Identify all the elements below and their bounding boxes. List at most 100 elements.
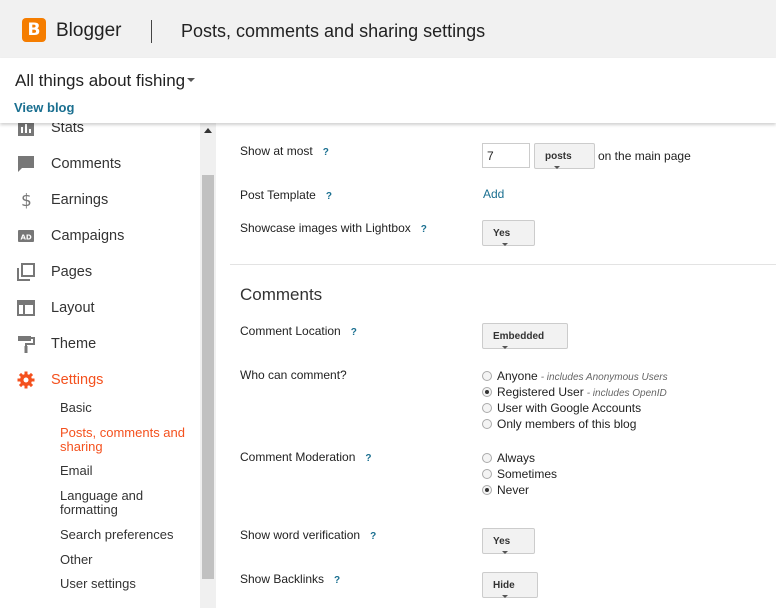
scrollbar-thumb[interactable] [202, 175, 214, 579]
top-bar: Blogger Posts, comments and sharing sett… [0, 0, 776, 58]
radio-label: Registered User [497, 385, 584, 399]
lightbox-row: Showcase images with Lightbox? [240, 221, 427, 235]
sidebar-item-earnings[interactable]: $ Earnings [0, 186, 200, 216]
chevron-down-icon [502, 594, 508, 598]
radio-circle[interactable] [482, 469, 492, 479]
radio-circle[interactable] [482, 403, 492, 413]
backlinks-row: Show Backlinks? [240, 572, 340, 586]
radio-note: - includes Anonymous Users [540, 372, 668, 383]
settings-panel: Show at most? 7 posts on the main page P… [216, 123, 776, 608]
sidebar-item-label: Theme [51, 336, 97, 352]
sidebar-item-label: Settings [51, 372, 104, 388]
sidebar-item-label: Stats [51, 123, 85, 136]
blog-selector[interactable]: All things about fishing [15, 71, 185, 91]
radio-label: Always [497, 451, 536, 465]
help-icon[interactable]: ? [421, 224, 427, 235]
radio-label: Only members of this blog [497, 417, 637, 431]
settings-sub-other[interactable]: Other [60, 553, 190, 567]
lightbox-select[interactable]: Yes [482, 220, 535, 246]
radio-note: - includes OpenID [586, 388, 667, 399]
scroll-up-arrow-icon[interactable] [204, 128, 212, 133]
help-icon[interactable]: ? [323, 147, 329, 158]
sidebar-item-label: Campaigns [51, 228, 125, 244]
who-can-comment-label: Who can comment? [240, 368, 347, 382]
radio-label: Never [497, 483, 530, 497]
chevron-down-icon [502, 550, 508, 554]
paint-roller-icon [18, 336, 35, 353]
radio-circle[interactable] [482, 371, 492, 381]
post-template-row: Post Template? [240, 188, 332, 202]
radio-circle[interactable] [482, 453, 492, 463]
word-verification-select[interactable]: Yes [482, 528, 535, 554]
help-icon[interactable]: ? [326, 191, 332, 202]
stats-icon [18, 123, 34, 136]
help-icon[interactable]: ? [370, 531, 376, 542]
show-at-most-label: Show at most [240, 144, 313, 158]
backlinks-value: Hide [493, 580, 515, 591]
sidebar-item-label: Comments [51, 156, 122, 172]
comment-location-label: Comment Location [240, 324, 341, 338]
posts-unit-select[interactable]: posts [534, 143, 595, 169]
chevron-down-icon[interactable] [187, 78, 195, 82]
radio-label: User with Google Accounts [497, 401, 642, 415]
comments-section-title: Comments [240, 285, 323, 304]
show-at-most-row: Show at most? [240, 144, 329, 158]
settings-sub-posts-comments-sharing[interactable]: Posts, comments and sharing [60, 426, 190, 454]
svg-text:AD: AD [21, 234, 32, 242]
gear-icon [17, 371, 35, 389]
comment-location-value: Embedded [493, 331, 545, 342]
word-verification-row: Show word verification? [240, 528, 376, 542]
help-icon[interactable]: ? [365, 453, 371, 464]
sidebar-scrollbar[interactable] [200, 123, 216, 608]
ad-icon: AD [18, 230, 34, 242]
sidebar-item-stats[interactable]: Stats [0, 123, 200, 144]
sidebar-item-campaigns[interactable]: AD Campaigns [0, 222, 200, 252]
page-title: Posts, comments and sharing settings [181, 21, 486, 41]
sidebar-item-label: Earnings [51, 192, 109, 208]
view-blog-link[interactable]: View blog [14, 100, 74, 115]
blogger-logo-icon[interactable] [22, 18, 46, 42]
comment-location-row: Comment Location? [240, 324, 357, 338]
radio-circle[interactable] [482, 485, 492, 495]
radio-label: Sometimes [497, 467, 558, 481]
section-divider [230, 264, 776, 265]
sidebar-item-settings[interactable]: Settings [0, 366, 200, 396]
posts-unit-value: posts [545, 151, 572, 162]
chevron-down-icon [502, 242, 508, 246]
posts-unit-suffix: on the main page [598, 149, 691, 163]
blog-header: All things about fishing View blog [0, 58, 776, 123]
pages-icon [17, 263, 35, 281]
dollar-icon: $ [21, 191, 32, 209]
backlinks-select[interactable]: Hide [482, 572, 538, 598]
radio-circle[interactable] [482, 387, 492, 397]
chevron-down-icon [554, 165, 560, 169]
help-icon[interactable]: ? [351, 327, 357, 338]
radio-label: Anyone [497, 369, 538, 383]
posts-count-input[interactable]: 7 [482, 143, 530, 168]
radio-circle[interactable] [482, 419, 492, 429]
sidebar-item-label: Layout [51, 300, 95, 316]
post-template-add-link[interactable]: Add [483, 187, 504, 201]
sidebar-item-layout[interactable]: Layout [0, 294, 200, 324]
header-divider [151, 20, 152, 43]
settings-sub-basic[interactable]: Basic [60, 401, 190, 415]
help-icon[interactable]: ? [334, 575, 340, 586]
comment-location-select[interactable]: Embedded [482, 323, 568, 349]
sidebar: Stats Comments $ Earnings AD Campaigns P… [0, 123, 200, 608]
word-verification-label: Show word verification [240, 528, 361, 542]
settings-sub-user-settings[interactable]: User settings [60, 577, 190, 591]
settings-sub-search-preferences[interactable]: Search preferences [60, 528, 190, 542]
post-template-label: Post Template [240, 188, 316, 202]
svg-text:$: $ [21, 191, 32, 209]
sidebar-item-label: Pages [51, 264, 93, 280]
sidebar-item-theme[interactable]: Theme [0, 330, 200, 360]
settings-sub-language-formatting[interactable]: Language and formatting [60, 489, 190, 517]
chevron-down-icon [502, 345, 508, 349]
lightbox-label: Showcase images with Lightbox [240, 221, 411, 235]
lightbox-value: Yes [493, 228, 511, 239]
sidebar-item-comments[interactable]: Comments [0, 150, 200, 180]
comment-moderation-row: Comment Moderation? [240, 450, 372, 464]
word-verification-value: Yes [493, 536, 511, 547]
settings-sub-email[interactable]: Email [60, 464, 190, 478]
sidebar-item-pages[interactable]: Pages [0, 258, 200, 288]
